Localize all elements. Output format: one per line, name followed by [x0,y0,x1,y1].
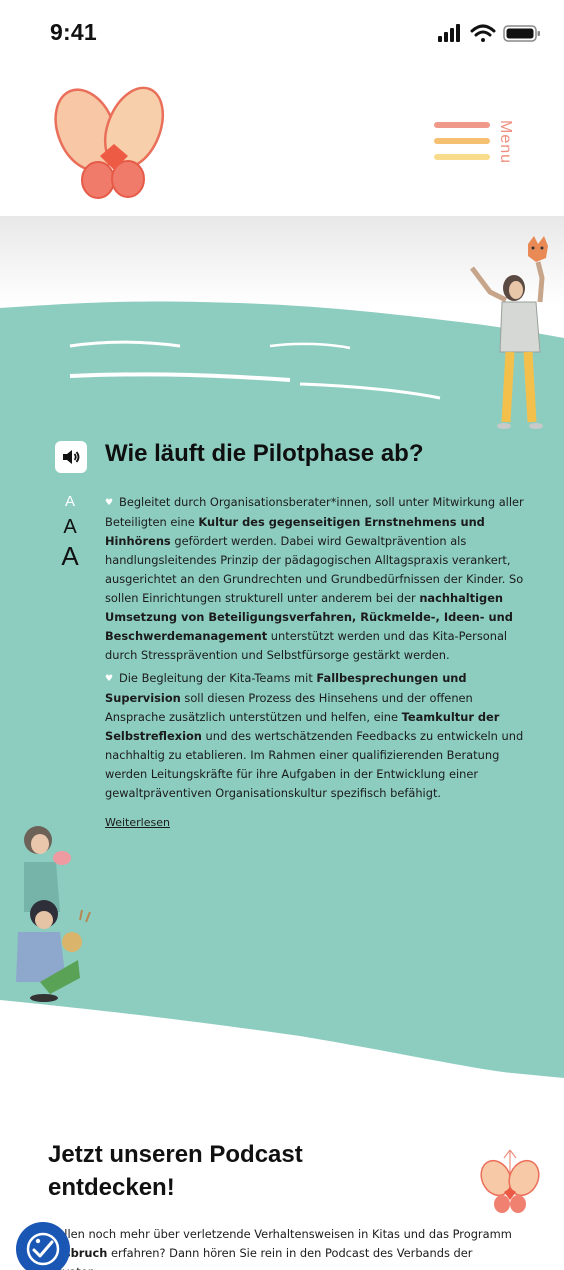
speaker-icon [63,450,80,464]
menu-line-icon [434,154,490,160]
accessibility-button[interactable] [16,1222,70,1270]
podcast-text-part: erfahren? Dann hören Sie rein in den Pod… [48,1246,473,1270]
heart-bullet-icon: ♥ [105,498,114,508]
menu-button[interactable]: Menu [426,114,522,174]
butterfly-logo[interactable] [48,84,176,204]
podcast-text: wollen noch mehr über verletzende Verhal… [48,1225,518,1270]
section-title: Wie läuft die Pilotphase ab? [105,440,424,467]
wifi-icon [470,24,496,42]
status-bar: 9:41 [0,0,564,66]
paragraph-1: ♥ Begleitet durch Organisationsberater*in… [105,493,525,665]
font-size-controls: A A A [55,494,85,569]
small-butterfly-illustration [480,1149,540,1213]
menu-line-icon [434,138,490,144]
read-more-link[interactable]: Weiterlesen [105,816,170,829]
status-icons [438,24,540,42]
accessibility-icon [26,1232,60,1266]
heart-bullet-icon: ♥ [105,674,114,684]
menu-label: Menu [497,120,514,165]
paragraph-2: ♥ Die Begleitung der Kita-Teams mit Fallb… [105,669,525,803]
battery-icon [503,25,540,42]
podcast-title: Jetzt unseren Podcast entdecken! [48,1141,303,1201]
site-header: Menu [0,66,564,216]
podcast-text-part: wollen noch mehr über verletzende Verhal… [48,1227,512,1241]
girl-illustration [470,236,548,429]
menu-line-icon [434,122,490,128]
status-time: 9:41 [50,19,97,45]
read-aloud-button[interactable] [55,441,87,473]
kids-illustration [16,826,91,1002]
font-size-large-button[interactable]: A [55,543,85,569]
font-size-medium-button[interactable]: A [55,517,85,537]
signal-icon [438,24,460,42]
paragraph-text: Die Begleitung der Kita-Teams mit [119,671,317,685]
font-size-small-button[interactable]: A [55,494,85,509]
